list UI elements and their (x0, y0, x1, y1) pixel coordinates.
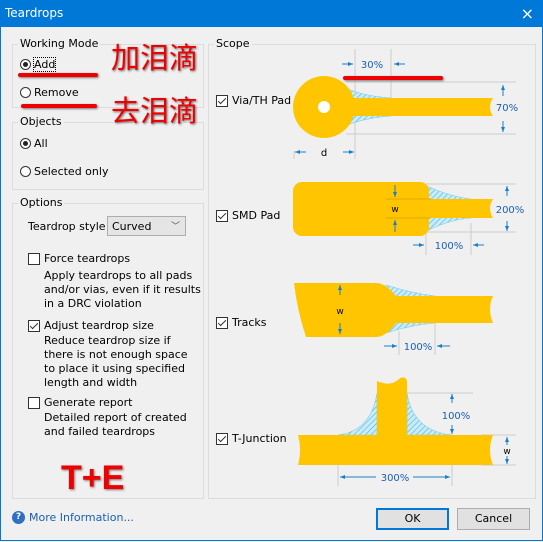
tracks-width-dim: w (336, 307, 343, 317)
via-hole (318, 101, 330, 113)
via-track (331, 98, 493, 116)
tj-length-label: 300% (381, 473, 410, 484)
tracks-diagram: w 100% (294, 283, 493, 355)
tj-teardrop-left (337, 392, 378, 436)
smd-length-label: 100% (435, 241, 464, 252)
via-width-label: 70% (496, 103, 518, 114)
watermark-te: T+E (61, 459, 125, 497)
smd-width-label: 200% (496, 205, 525, 216)
t-junction-diagram: 100% w 300% (298, 377, 516, 486)
cancel-button[interactable]: Cancel (457, 508, 530, 530)
tj-stub (377, 377, 407, 435)
help-icon: ? (12, 511, 25, 524)
annotation-add-cn: 加泪滴 (111, 41, 199, 75)
via-length-label: 30% (361, 60, 383, 71)
tj-height-label: 100% (442, 411, 471, 422)
smd-track (386, 199, 493, 218)
smd-diagram: w 200% 100% (293, 182, 524, 255)
tj-width-dim: w (503, 447, 510, 457)
smd-width-dim: w (391, 205, 398, 215)
annotation-remove-cn: 去泪滴 (111, 94, 199, 128)
more-information-link[interactable]: ? More Information... (12, 511, 134, 524)
more-information-label: More Information... (29, 511, 134, 524)
ok-button[interactable]: OK (376, 508, 449, 530)
annotation-underline-via (343, 76, 443, 80)
teardrops-dialog: Teardrops × Working Mode Add Remove Obje… (0, 0, 543, 541)
via-diagram: 30% 70% d (293, 49, 518, 159)
annotation-underline-remove (21, 104, 97, 108)
via-diameter-label: d (321, 148, 327, 159)
annotation-underline-add (18, 73, 98, 77)
tj-track (298, 435, 493, 465)
tracks-length-label: 100% (404, 342, 433, 353)
